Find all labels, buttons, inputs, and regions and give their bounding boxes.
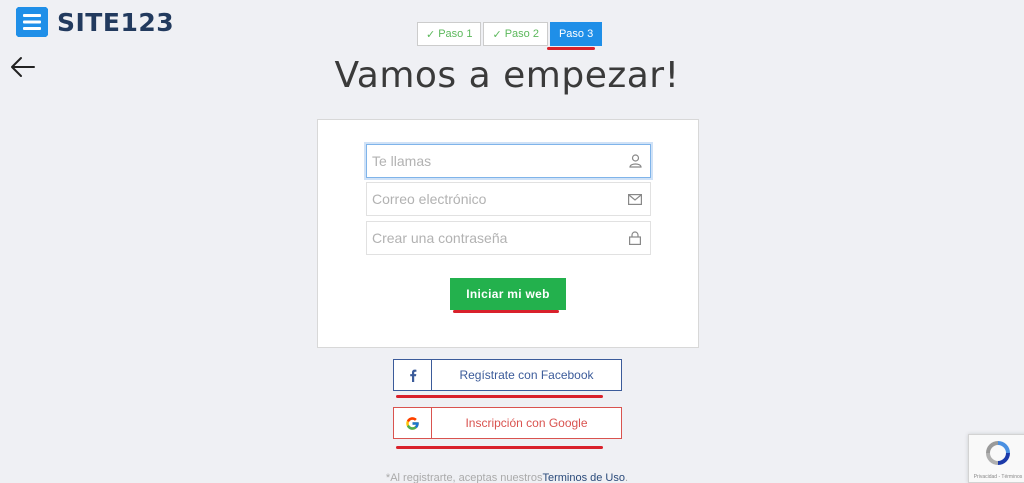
step-2[interactable]: ✓ Paso 2	[483, 22, 548, 46]
terms-suffix: .	[625, 472, 629, 483]
recaptcha-text: Privacidad - Términos	[973, 473, 1023, 480]
highlight-underline	[396, 446, 603, 449]
page-title: Vamos a empezar!	[334, 55, 680, 96]
google-signup-label: Inscripción con Google	[465, 416, 588, 430]
step-1[interactable]: ✓ Paso 1	[417, 22, 482, 46]
highlight-underline	[547, 47, 595, 50]
facebook-signup-label: Regístrate con Facebook	[459, 368, 594, 382]
envelope-icon	[628, 192, 642, 206]
email-input[interactable]	[372, 191, 628, 207]
step-indicator: ✓ Paso 1 ✓ Paso 2 Paso 3	[417, 22, 603, 46]
google-signup-button[interactable]: Inscripción con Google	[393, 407, 622, 439]
start-website-button[interactable]: Iniciar mi web	[450, 278, 566, 310]
step-label: Paso 3	[558, 28, 594, 40]
name-field[interactable]	[366, 144, 651, 178]
google-icon	[394, 408, 432, 438]
terms-prefix: *Al registrarte, aceptas nuestros	[385, 472, 543, 483]
user-icon	[628, 154, 642, 168]
highlight-underline	[453, 310, 559, 313]
password-field[interactable]	[366, 221, 651, 255]
check-icon: ✓	[492, 28, 502, 41]
facebook-icon	[394, 360, 432, 390]
signup-form-card: Iniciar mi web	[317, 119, 699, 348]
recaptcha-icon	[983, 438, 1013, 473]
site123-logo[interactable]: SITE123	[14, 5, 174, 39]
terms-of-use-link[interactable]: Terminos de Uso	[542, 472, 625, 483]
facebook-signup-button[interactable]: Regístrate con Facebook	[393, 359, 622, 391]
step-label: Paso 1	[438, 28, 473, 40]
terms-notice: *Al registrarte, aceptas nuestrosTermino…	[0, 472, 1014, 483]
brand-name: SITE123	[57, 7, 175, 37]
site123-logo-icon	[14, 5, 50, 39]
check-icon: ✓	[426, 28, 436, 41]
recaptcha-badge[interactable]: Privacidad - Términos	[968, 434, 1024, 483]
lock-icon	[628, 231, 642, 245]
password-input[interactable]	[372, 230, 628, 246]
highlight-underline	[396, 395, 603, 398]
step-3[interactable]: Paso 3	[549, 22, 603, 46]
name-input[interactable]	[372, 153, 628, 169]
step-label: Paso 2	[504, 28, 539, 40]
email-field[interactable]	[366, 182, 651, 216]
